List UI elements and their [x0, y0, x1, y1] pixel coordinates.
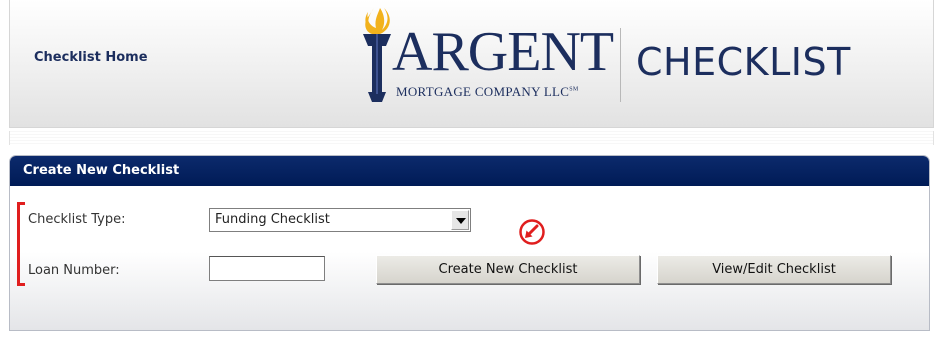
annotation-bracket — [17, 202, 25, 286]
product-title: CHECKLIST — [636, 40, 851, 84]
brand-name: ARGENT — [392, 21, 614, 83]
checklist-type-select[interactable]: Funding Checklist — [209, 208, 471, 232]
create-checklist-panel: Create New Checklist Checklist Type: Fun… — [9, 155, 930, 331]
circled-arrow-icon — [519, 219, 545, 245]
loan-number-label: Loan Number: — [28, 263, 120, 278]
argent-logo: ARGENT MORTGAGE COMPANY LLCSM — [354, 4, 614, 108]
brand-subtitle-text: MORTGAGE COMPANY LLC — [396, 84, 570, 99]
chevron-down-icon[interactable] — [451, 210, 469, 230]
loan-number-input[interactable] — [209, 256, 325, 281]
service-mark: SM — [569, 86, 579, 93]
header-separator — [9, 131, 934, 145]
checklist-type-label: Checklist Type: — [28, 212, 126, 227]
create-new-checklist-button[interactable]: Create New Checklist — [376, 255, 640, 284]
view-edit-checklist-button[interactable]: View/Edit Checklist — [657, 255, 891, 284]
checklist-type-value: Funding Checklist — [215, 212, 330, 227]
checklist-home-link[interactable]: Checklist Home — [34, 50, 148, 65]
page-header: Checklist Home ARGENT MORTGAGE COMPANY L… — [9, 0, 934, 128]
panel-title: Create New Checklist — [10, 156, 929, 186]
logo-divider — [620, 28, 621, 102]
brand-subtitle: MORTGAGE COMPANY LLCSM — [396, 84, 579, 100]
